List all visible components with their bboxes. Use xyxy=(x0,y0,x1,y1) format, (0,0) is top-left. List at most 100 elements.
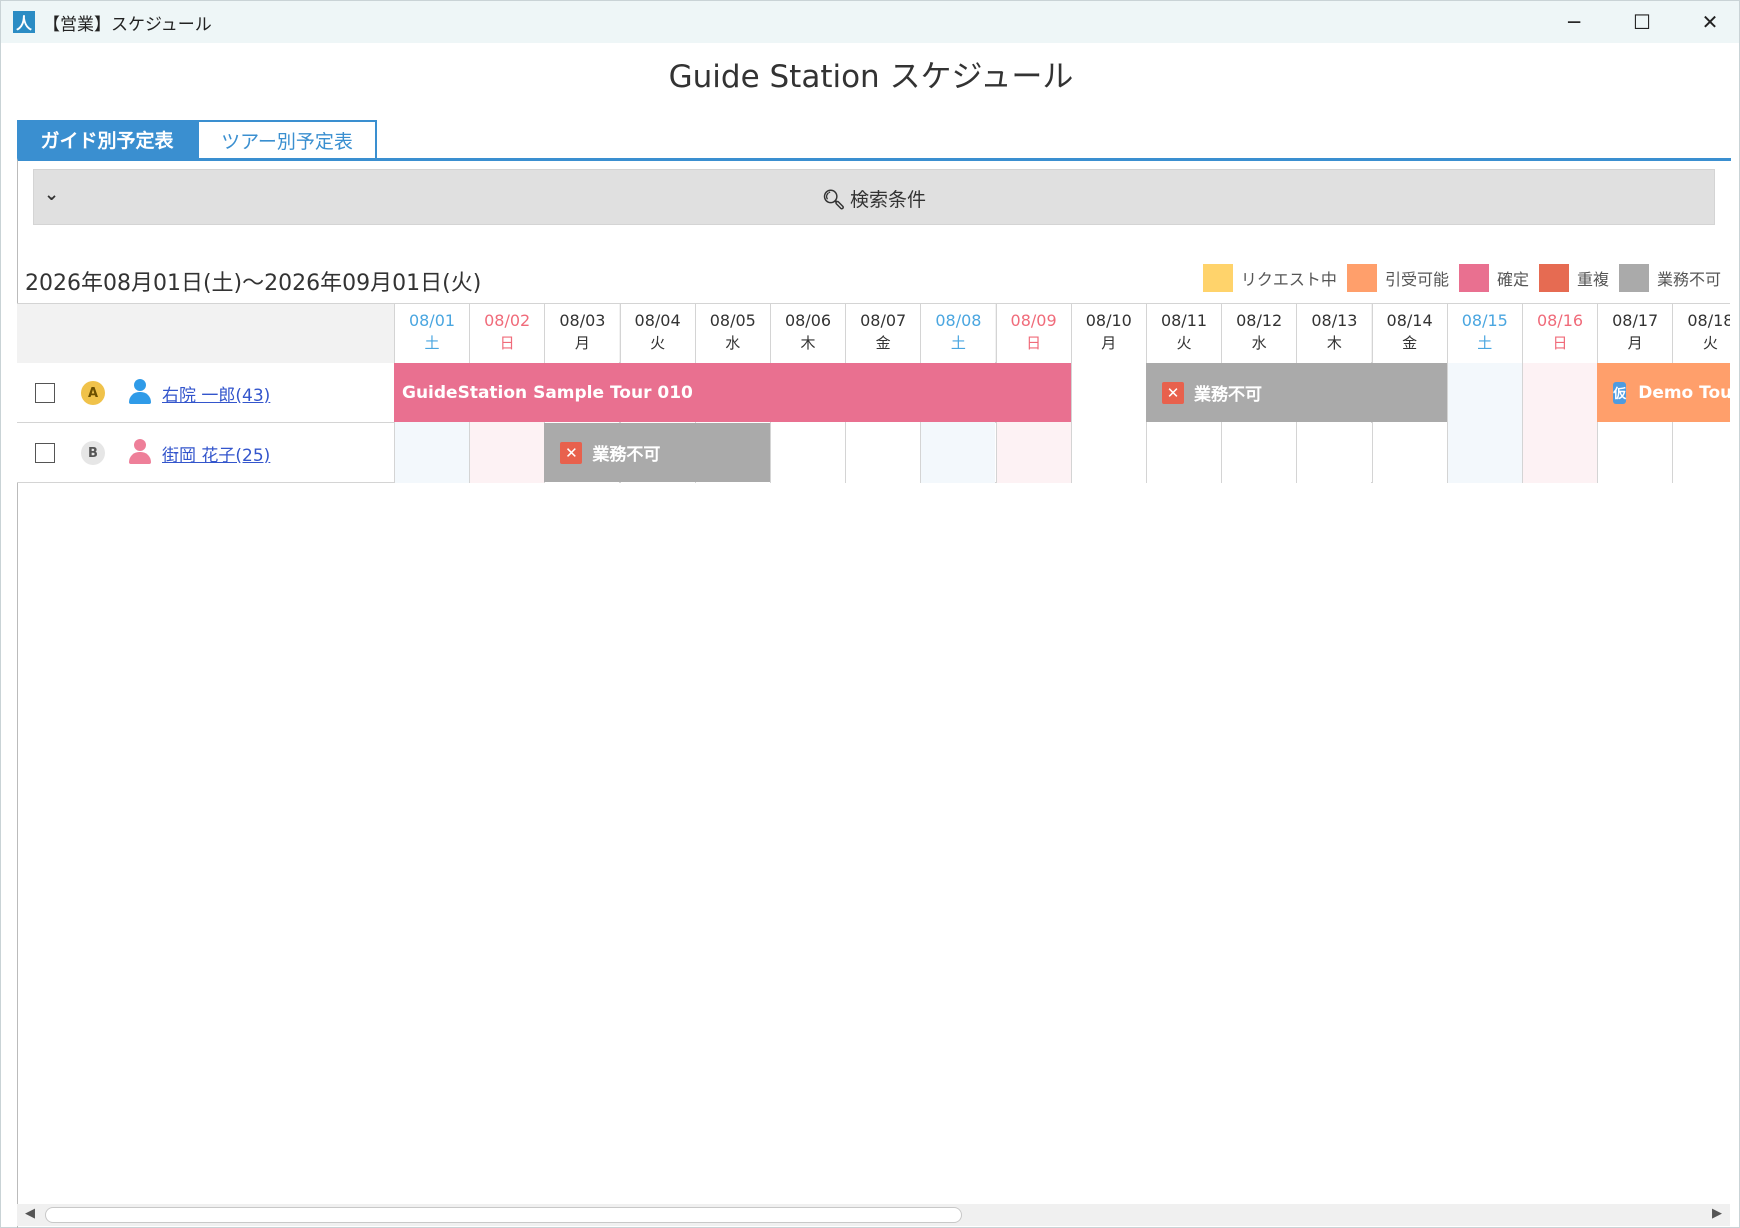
weekday-label: 火 xyxy=(1702,334,1718,352)
date-header-cell: 08/12 水 xyxy=(1221,304,1297,364)
search-conditions-toggle[interactable]: 🔍︎ 検索条件 xyxy=(34,185,1714,212)
schedule-cell[interactable] xyxy=(845,423,921,483)
event-label: GuideStation Sample Tour 010 xyxy=(402,382,693,403)
schedule-cell[interactable] xyxy=(1146,423,1221,483)
schedule-cell[interactable] xyxy=(1371,423,1447,483)
window-title: 【営業】スケジュール xyxy=(43,14,212,35)
schedule-cell[interactable] xyxy=(1070,423,1146,483)
date-label: 08/12 xyxy=(1236,311,1283,330)
weekday-label: 火 xyxy=(1176,334,1192,352)
weekday-label: 土 xyxy=(950,334,966,352)
legend-label: 確定 xyxy=(1496,270,1529,289)
schedule-grid: 08/01 土 08/02 日 08/03 月 08/04 火 08/05 水 08/06 木 08/0… xyxy=(17,303,1730,485)
schedule-cell[interactable] xyxy=(1446,423,1522,483)
date-range: 2026年08月01日(土)～2026年09月01日(火) xyxy=(25,271,482,296)
scroll-right-arrow-icon[interactable]: ▶ xyxy=(1712,1206,1722,1221)
weekday-label: 日 xyxy=(1552,334,1568,352)
weekday-label: 日 xyxy=(499,334,515,352)
legend-item: 重複 xyxy=(1538,264,1609,292)
scroll-left-arrow-icon[interactable]: ◀ xyxy=(25,1206,35,1221)
date-label: 08/13 xyxy=(1311,311,1358,330)
search-icon: 🔍︎ xyxy=(821,189,847,211)
legend-swatch xyxy=(1458,264,1489,292)
unavailable-x-icon: ✕ xyxy=(560,441,583,464)
guide-select-checkbox[interactable] xyxy=(35,443,55,463)
schedule-cell[interactable] xyxy=(1296,423,1372,483)
weekday-label: 土 xyxy=(424,334,440,352)
date-header-cell: 08/04 火 xyxy=(619,304,695,364)
minimize-button[interactable]: ─ xyxy=(1540,1,1608,43)
date-header-cell: 08/13 木 xyxy=(1296,304,1372,364)
guide-row: B 街岡 花子(25) ✕ 業務不可 xyxy=(17,423,1730,483)
date-label: 08/04 xyxy=(634,311,681,330)
page-title: Guide Station スケジュール xyxy=(668,59,1074,95)
maximize-button[interactable]: ☐ xyxy=(1608,1,1676,43)
date-label: 08/02 xyxy=(484,311,531,330)
schedule-cell[interactable] xyxy=(1672,423,1730,483)
schedule-cell[interactable] xyxy=(920,423,996,483)
legend-label: 引受可能 xyxy=(1384,270,1449,289)
person-icon xyxy=(127,439,153,467)
rank-badge: A xyxy=(81,381,105,405)
schedule-cell[interactable] xyxy=(1597,423,1673,483)
guide-name-link[interactable]: 右院 一郎(43) xyxy=(162,381,270,406)
date-header-cell: 08/14 金 xyxy=(1371,304,1447,364)
date-header-cell: 08/15 土 xyxy=(1446,304,1522,364)
tab-tour-schedule[interactable]: ツアー別予定表 xyxy=(197,120,377,159)
legend-item: 業務不可 xyxy=(1618,264,1721,292)
schedule-cell[interactable] xyxy=(394,423,469,483)
date-header-cell: 08/07 金 xyxy=(845,304,921,364)
close-button[interactable]: ✕ xyxy=(1676,1,1740,43)
date-header-cell: 08/11 火 xyxy=(1146,304,1221,364)
date-label: 08/01 xyxy=(408,311,456,330)
title-bar[interactable]: 人 【営業】スケジュール ─ ☐ ✕ xyxy=(1,1,1739,43)
date-label: 08/08 xyxy=(935,311,982,330)
event-label: Demo Tour xyxy=(1638,382,1730,403)
schedule-cell[interactable] xyxy=(1522,363,1597,423)
schedule-cell[interactable] xyxy=(1522,423,1597,483)
date-header-cell: 08/16 日 xyxy=(1522,304,1597,364)
schedule-cell[interactable] xyxy=(995,423,1071,483)
date-label: 08/09 xyxy=(1010,311,1057,330)
legend-label: リクエスト中 xyxy=(1240,270,1337,289)
date-header-cell: 08/03 月 xyxy=(544,304,620,364)
date-header-cell: 08/06 木 xyxy=(770,304,845,364)
schedule-event-bar[interactable]: ✕ 業務不可 xyxy=(1146,363,1447,422)
date-header-cell: 08/01 土 xyxy=(394,304,469,364)
schedule-cell[interactable] xyxy=(1446,363,1522,423)
legend-swatch xyxy=(1618,264,1649,292)
date-label: 08/10 xyxy=(1085,311,1132,330)
schedule-event-bar[interactable]: 仮 Demo Tour xyxy=(1597,363,1730,422)
app-window: 人 【営業】スケジュール ─ ☐ ✕ Guide Station スケジュール … xyxy=(0,0,1740,1228)
tab-guide-schedule[interactable]: ガイド別予定表 xyxy=(17,120,197,159)
date-header-cell: 08/10 月 xyxy=(1070,304,1146,364)
event-label: 業務不可 xyxy=(1194,385,1262,405)
guide-select-checkbox[interactable] xyxy=(35,383,55,403)
horizontal-scrollbar[interactable]: ◀ ▶ xyxy=(17,1204,1730,1226)
weekday-label: 木 xyxy=(1326,334,1342,352)
weekday-label: 火 xyxy=(650,334,666,352)
schedule-cell[interactable] xyxy=(1070,363,1146,423)
weekday-label: 日 xyxy=(1026,334,1042,352)
guide-name-link[interactable]: 街岡 花子(25) xyxy=(162,441,270,466)
search-conditions-bar[interactable]: ⌄ 🔍︎ 検索条件 xyxy=(33,169,1715,225)
tentative-icon: 仮 xyxy=(1613,381,1627,404)
scroll-thumb[interactable] xyxy=(45,1207,962,1223)
schedule-cell[interactable] xyxy=(770,423,845,483)
weekday-label: 金 xyxy=(1402,334,1418,352)
unavailable-x-icon: ✕ xyxy=(1162,381,1184,404)
legend-swatch xyxy=(1346,264,1377,292)
weekday-label: 月 xyxy=(574,334,590,352)
schedule-event-bar[interactable]: GuideStation Sample Tour 010 xyxy=(394,363,1071,422)
schedule-cell[interactable] xyxy=(469,423,545,483)
schedule-event-bar[interactable]: ✕ 業務不可 xyxy=(544,423,770,482)
date-label: 08/11 xyxy=(1160,311,1208,330)
legend-item: 確定 xyxy=(1458,264,1529,292)
date-label: 08/17 xyxy=(1612,311,1659,330)
app-logo-icon: 人 xyxy=(13,11,35,33)
status-legend: リクエスト中 引受可能 確定 重複 業務不可 xyxy=(1193,263,1721,293)
person-icon xyxy=(127,379,153,407)
date-label: 08/18 xyxy=(1687,311,1730,330)
schedule-cell[interactable] xyxy=(1221,423,1297,483)
rank-badge: B xyxy=(81,441,105,465)
